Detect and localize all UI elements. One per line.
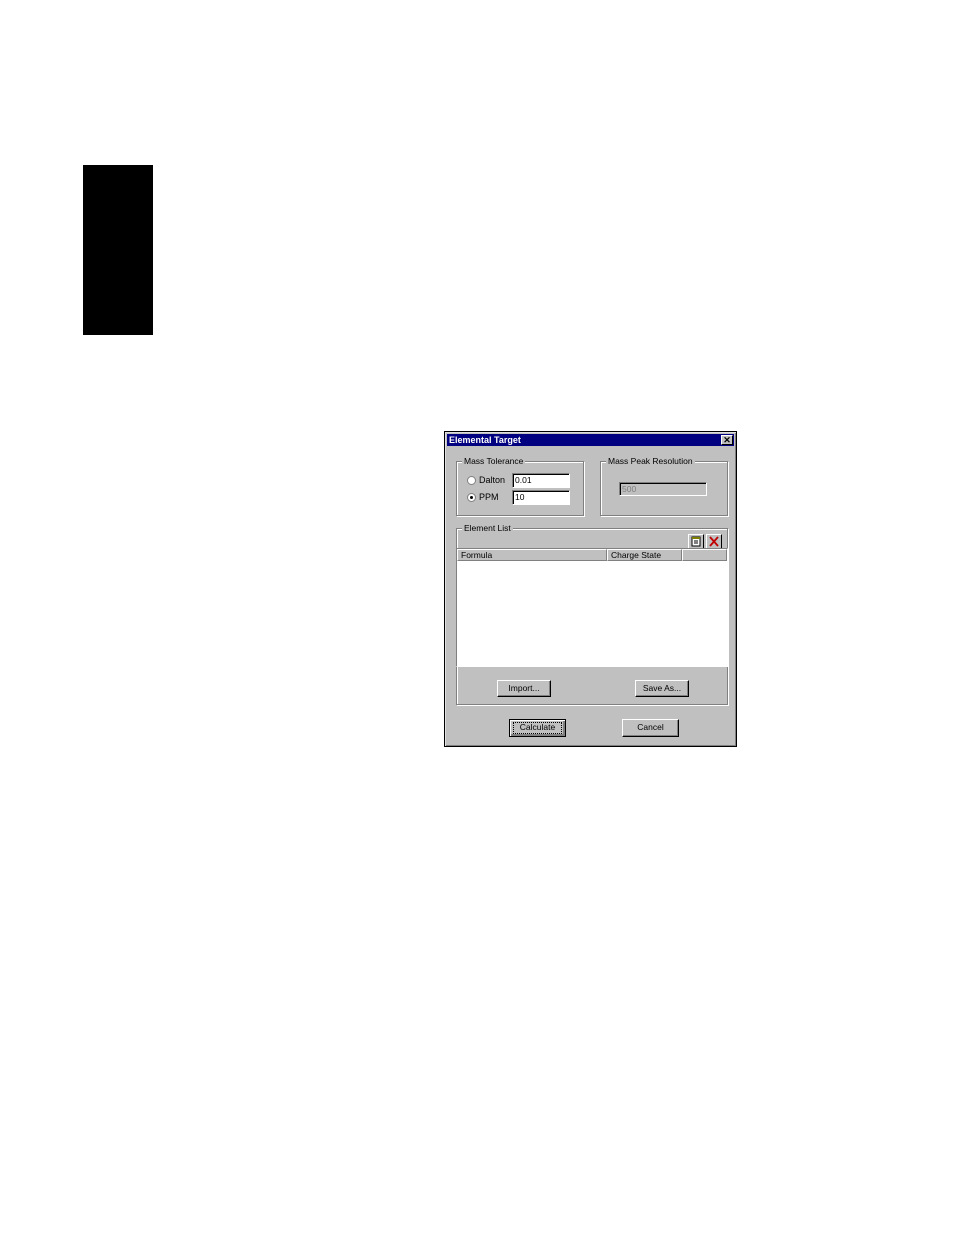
dalton-input[interactable]: 0.01 bbox=[512, 473, 570, 488]
element-list-label: Element List bbox=[462, 523, 513, 534]
dialog-title: Elemental Target bbox=[449, 435, 521, 445]
mass-peak-resolution-label: Mass Peak Resolution bbox=[606, 456, 695, 467]
elemental-target-dialog: Elemental Target ✕ Mass Tolerance Dalton… bbox=[444, 431, 737, 747]
new-item-icon[interactable] bbox=[688, 534, 704, 549]
close-icon[interactable]: ✕ bbox=[721, 435, 733, 445]
table-header: Formula Charge State bbox=[457, 549, 727, 561]
calculate-button[interactable]: Calculate bbox=[509, 719, 566, 737]
dalton-label: Dalton bbox=[479, 475, 506, 485]
page-side-tab bbox=[83, 165, 153, 335]
ppm-radio[interactable] bbox=[467, 493, 476, 502]
import-button[interactable]: Import... bbox=[497, 680, 551, 697]
element-list-table[interactable]: Formula Charge State bbox=[456, 548, 728, 667]
mass-peak-resolution-group: Mass Peak Resolution 500 bbox=[600, 456, 728, 516]
save-as-button[interactable]: Save As... bbox=[635, 680, 689, 697]
mass-tolerance-label: Mass Tolerance bbox=[462, 456, 526, 467]
ppm-input[interactable]: 10 bbox=[512, 490, 570, 505]
dialog-titlebar: Elemental Target ✕ bbox=[447, 434, 734, 446]
column-formula[interactable]: Formula bbox=[457, 549, 607, 561]
mass-peak-resolution-input: 500 bbox=[619, 482, 707, 496]
column-extra[interactable] bbox=[682, 549, 727, 561]
ppm-label: PPM bbox=[479, 492, 499, 502]
delete-icon[interactable] bbox=[706, 534, 722, 549]
calculate-label: Calculate bbox=[519, 722, 556, 732]
mass-tolerance-group: Mass Tolerance Dalton 0.01 PPM 10 bbox=[456, 456, 584, 516]
cancel-button[interactable]: Cancel bbox=[622, 719, 679, 737]
dalton-radio[interactable] bbox=[467, 476, 476, 485]
column-charge-state[interactable]: Charge State bbox=[607, 549, 682, 561]
